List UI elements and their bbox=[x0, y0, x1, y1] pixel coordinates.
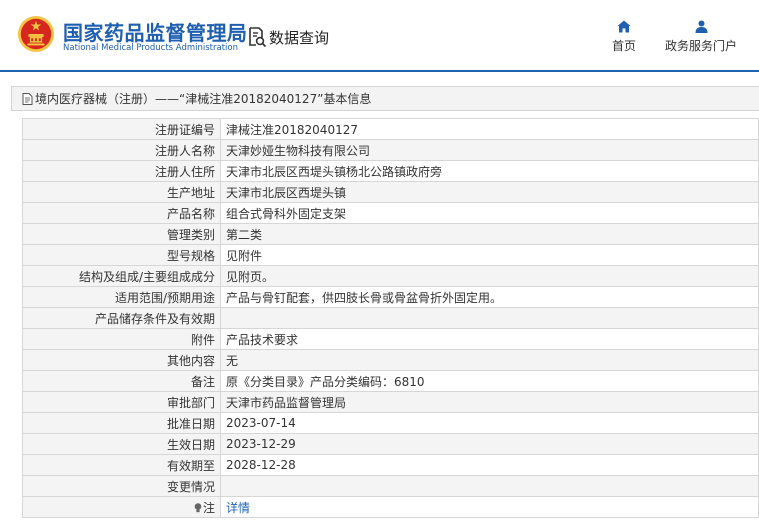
table-row: 备注 原《分类目录》产品分类编码：6810 bbox=[22, 370, 759, 392]
row-value: 组合式骨科外固定支架 bbox=[220, 202, 759, 224]
data-query-heading[interactable]: 数据查询 bbox=[247, 26, 329, 48]
breadcrumb-text: 境内医疗器械（注册）——“津械注准20182040127”基本信息 bbox=[35, 92, 372, 106]
device-info-table: 注册证编号 津械注准20182040127 注册人名称 天津妙娅生物科技有限公司… bbox=[22, 118, 759, 518]
row-value: 见附件 bbox=[220, 244, 759, 266]
row-value bbox=[220, 475, 759, 497]
table-row: 注册人名称 天津妙娅生物科技有限公司 bbox=[22, 139, 759, 161]
row-label: 注册人住所 bbox=[22, 160, 221, 182]
home-icon bbox=[617, 20, 631, 33]
row-value: 2023-12-29 bbox=[220, 433, 759, 455]
row-label: 结构及组成/主要组成成分 bbox=[22, 265, 221, 287]
table-row: 审批部门 天津市药品监督管理局 bbox=[22, 391, 759, 413]
row-label: 产品储存条件及有效期 bbox=[22, 307, 221, 329]
table-row: 注 详情 bbox=[22, 496, 759, 518]
table-row: 适用范围/预期用途 产品与骨钉配套，供四肢长骨或骨盆骨折外固定用。 bbox=[22, 286, 759, 308]
document-icon bbox=[22, 92, 33, 105]
row-label: 附件 bbox=[22, 328, 221, 350]
table-row: 注册证编号 津械注准20182040127 bbox=[22, 118, 759, 140]
row-value: 津械注准20182040127 bbox=[220, 118, 759, 140]
nav-home[interactable]: 首页 bbox=[603, 20, 645, 54]
row-value: 产品与骨钉配套，供四肢长骨或骨盆骨折外固定用。 bbox=[220, 286, 759, 308]
lightbulb-icon bbox=[194, 502, 202, 512]
row-label: 有效期至 bbox=[22, 454, 221, 476]
nav-service-portal[interactable]: 政务服务门户 bbox=[660, 20, 742, 54]
row-value: 天津市北辰区西堤头镇 bbox=[220, 181, 759, 203]
table-row: 注册人住所 天津市北辰区西堤头镇杨北公路镇政府旁 bbox=[22, 160, 759, 182]
row-value: 2028-12-28 bbox=[220, 454, 759, 476]
table-row: 批准日期 2023-07-14 bbox=[22, 412, 759, 434]
national-emblem-icon[interactable] bbox=[17, 15, 55, 53]
row-label: 备注 bbox=[22, 370, 221, 392]
row-label: 注 bbox=[202, 500, 215, 515]
row-label: 批准日期 bbox=[22, 412, 221, 434]
row-label: 注册证编号 bbox=[22, 118, 221, 140]
row-value: 第二类 bbox=[220, 223, 759, 245]
row-label: 审批部门 bbox=[22, 391, 221, 413]
table-row: 产品储存条件及有效期 bbox=[22, 307, 759, 329]
row-value: 原《分类目录》产品分类编码：6810 bbox=[220, 370, 759, 392]
details-link[interactable]: 详情 bbox=[226, 501, 250, 515]
row-value: 天津妙娅生物科技有限公司 bbox=[220, 139, 759, 161]
row-value: 产品技术要求 bbox=[220, 328, 759, 350]
nav-home-label: 首页 bbox=[611, 39, 636, 53]
note-label-cell: 注 bbox=[22, 496, 221, 518]
user-icon bbox=[695, 20, 707, 33]
table-row: 型号规格 见附件 bbox=[22, 244, 759, 266]
table-row: 生效日期 2023-12-29 bbox=[22, 433, 759, 455]
site-title[interactable]: 国家药品监督管理局 bbox=[63, 17, 248, 46]
nav-portal-label: 政务服务门户 bbox=[664, 39, 737, 53]
table-row: 产品名称 组合式骨科外固定支架 bbox=[22, 202, 759, 224]
row-value: 见附页。 bbox=[220, 265, 759, 287]
breadcrumb: 境内医疗器械（注册）——“津械注准20182040127”基本信息 bbox=[11, 86, 759, 111]
row-value: 天津市药品监督管理局 bbox=[220, 391, 759, 413]
site-header: 国家药品监督管理局 National Medical Products Admi… bbox=[0, 0, 759, 72]
table-row: 结构及组成/主要组成成分 见附页。 bbox=[22, 265, 759, 287]
row-label: 产品名称 bbox=[22, 202, 221, 224]
data-query-label: 数据查询 bbox=[269, 28, 330, 47]
site-subtitle: National Medical Products Administration bbox=[63, 43, 238, 53]
row-value: 2023-07-14 bbox=[220, 412, 759, 434]
row-value bbox=[220, 307, 759, 329]
row-label: 管理类别 bbox=[22, 223, 221, 245]
row-label: 其他内容 bbox=[22, 349, 221, 371]
row-label: 注册人名称 bbox=[22, 139, 221, 161]
row-label: 生产地址 bbox=[22, 181, 221, 203]
table-row: 变更情况 bbox=[22, 475, 759, 497]
table-row: 生产地址 天津市北辰区西堤头镇 bbox=[22, 181, 759, 203]
row-label: 适用范围/预期用途 bbox=[22, 286, 221, 308]
row-label: 型号规格 bbox=[22, 244, 221, 266]
row-label: 变更情况 bbox=[22, 475, 221, 497]
data-query-icon bbox=[249, 27, 267, 48]
table-row: 附件 产品技术要求 bbox=[22, 328, 759, 350]
table-row: 管理类别 第二类 bbox=[22, 223, 759, 245]
row-value: 无 bbox=[220, 349, 759, 371]
row-value: 天津市北辰区西堤头镇杨北公路镇政府旁 bbox=[220, 160, 759, 182]
table-row: 其他内容 无 bbox=[22, 349, 759, 371]
row-value: 详情 bbox=[220, 496, 759, 518]
row-label: 生效日期 bbox=[22, 433, 221, 455]
table-row: 有效期至 2028-12-28 bbox=[22, 454, 759, 476]
